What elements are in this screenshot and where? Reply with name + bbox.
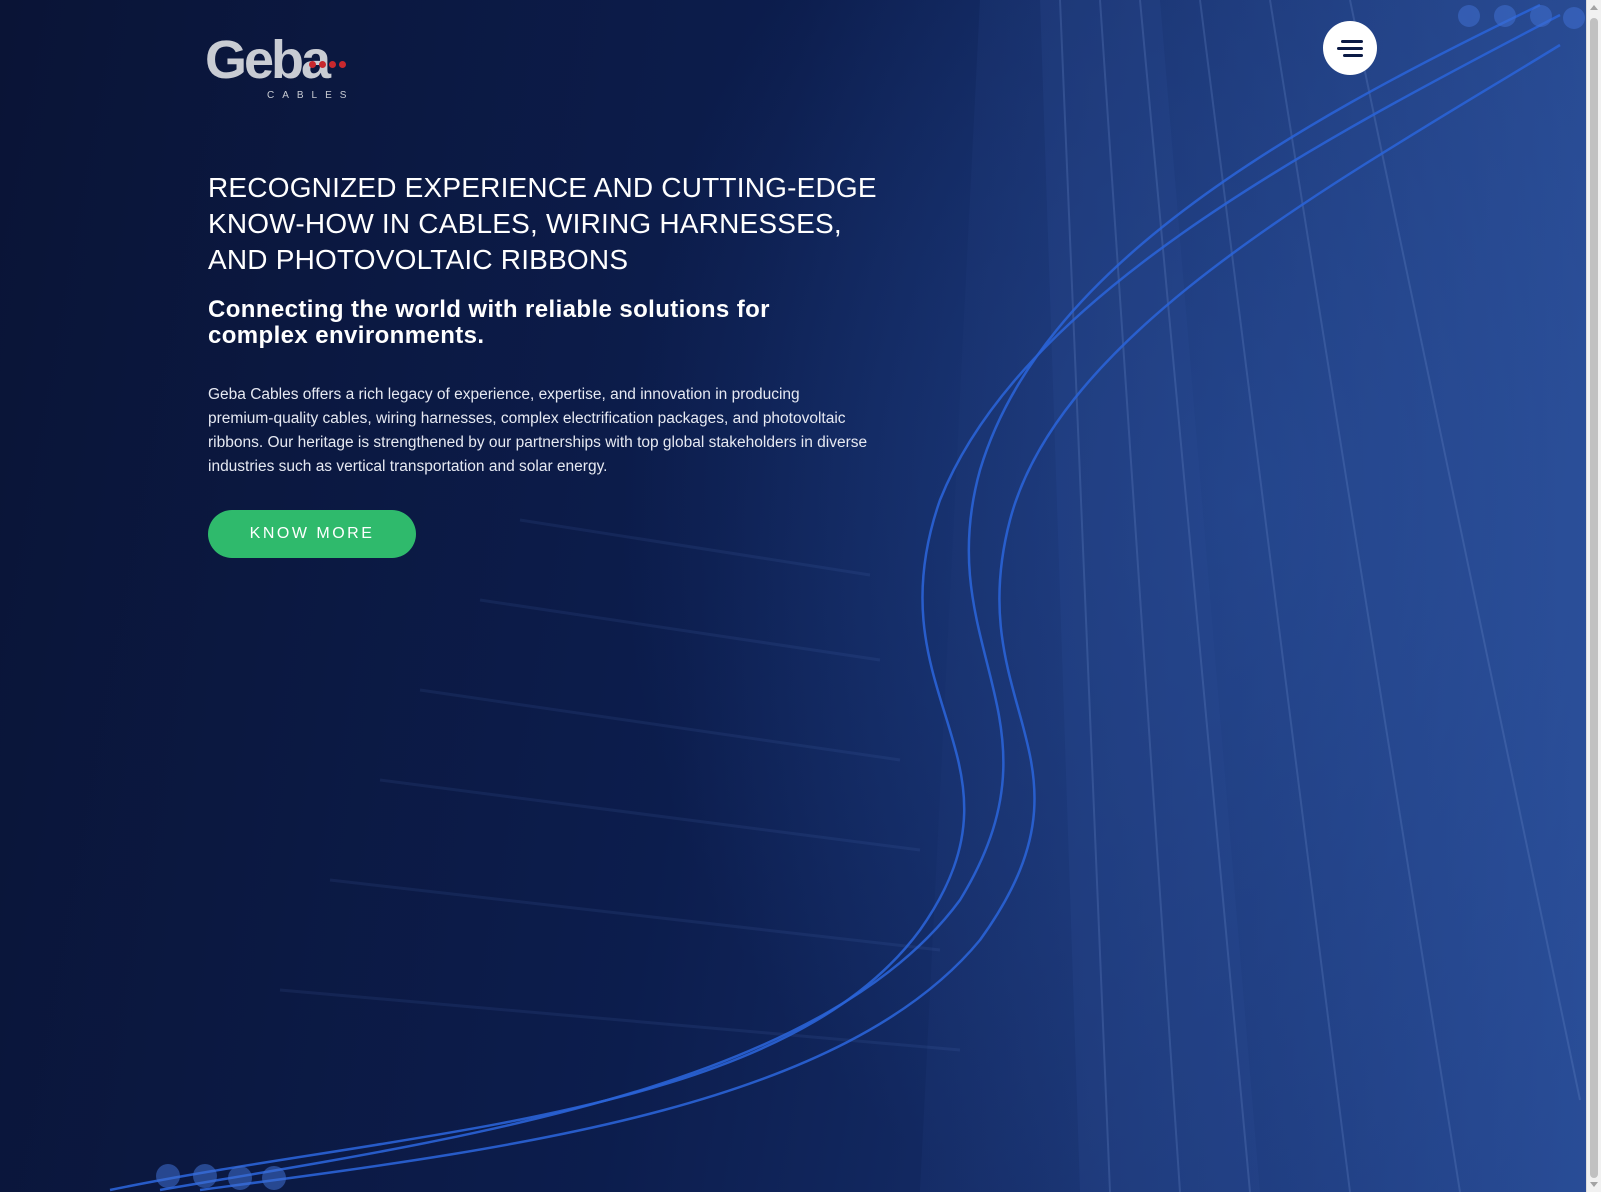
hero-description: Geba Cables offers a rich legacy of expe…	[208, 386, 868, 475]
geba-cables-logo[interactable]: Geba CABLES	[205, 30, 420, 106]
scroll-down-arrow-icon[interactable]	[1590, 1182, 1598, 1187]
hero-subheadline: Connecting the world with reliable solut…	[208, 296, 770, 349]
page-scrollbar[interactable]	[1586, 0, 1601, 1192]
hamburger-menu-button[interactable]	[1323, 21, 1377, 75]
hero-headline: RECOGNIZED EXPERIENCE AND CUTTING-EDGE K…	[208, 172, 877, 275]
know-more-button[interactable]: KNOW MORE	[208, 510, 416, 558]
logo-wordmark: Geba	[205, 30, 331, 90]
scroll-thumb[interactable]	[1590, 18, 1598, 1178]
hamburger-menu-icon	[1341, 40, 1363, 43]
logo-subtitle: CABLES	[267, 90, 355, 101]
logo-red-dots	[309, 61, 346, 68]
scroll-up-arrow-icon[interactable]	[1590, 5, 1598, 10]
hero-section: Geba CABLES RECOGNIZED EXPERIENCE AND CU…	[0, 0, 1586, 1192]
